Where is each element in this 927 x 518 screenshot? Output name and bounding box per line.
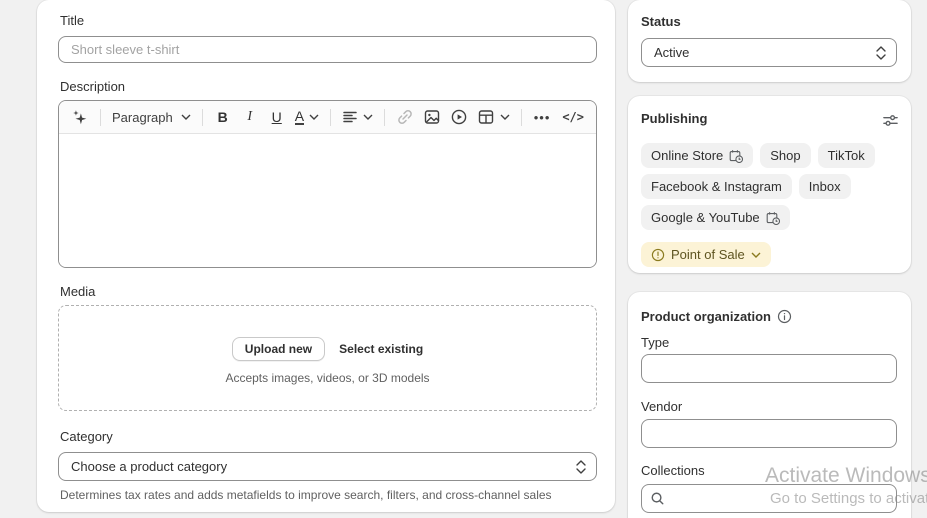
chevron-down-icon <box>751 252 761 258</box>
insert-image-button[interactable] <box>423 106 441 128</box>
code-icon: </> <box>562 110 584 124</box>
up-down-chevrons-icon <box>876 45 886 60</box>
channel-chip-label: Shop <box>770 148 801 163</box>
more-dots-icon: ••• <box>533 109 551 125</box>
channel-chip-shop[interactable]: Shop <box>760 143 811 168</box>
description-label: Description <box>60 79 126 94</box>
paragraph-style-dropdown[interactable]: Paragraph <box>112 106 191 128</box>
product-organization-card: Product organization Type Vendor Collect… <box>628 292 911 518</box>
title-label: Title <box>60 13 85 28</box>
link-icon <box>396 108 414 126</box>
alignment-dropdown[interactable] <box>342 106 373 128</box>
channel-chip-inbox[interactable]: Inbox <box>798 174 851 199</box>
channel-chip-label: Google & YouTube <box>651 210 760 225</box>
channel-chip-label: Online Store <box>651 148 724 163</box>
paragraph-style-label: Paragraph <box>112 109 173 125</box>
italic-icon: I <box>247 109 253 124</box>
category-select-value: Choose a product category <box>71 459 228 474</box>
chevron-down-icon <box>500 114 510 120</box>
warning-chip-label: Point of Sale <box>671 247 745 262</box>
media-dropzone[interactable]: Upload new Select existing Accepts image… <box>58 305 597 411</box>
up-down-chevrons-icon <box>576 459 586 474</box>
underline-button[interactable]: U <box>268 106 286 128</box>
channel-chip-google-youtube[interactable]: Google & YouTube <box>641 205 790 230</box>
type-label: Type <box>641 335 670 350</box>
bold-icon: B <box>217 109 228 125</box>
page-background: Title Description Paragraph <box>0 0 927 518</box>
toolbar-divider <box>330 108 332 126</box>
publishing-card: Publishing Online Store Shop TikTok Face… <box>628 96 911 273</box>
select-existing-button[interactable]: Select existing <box>339 342 423 356</box>
chevron-down-icon <box>363 114 373 120</box>
toolbar-divider <box>100 108 101 126</box>
channel-chip-facebook-instagram[interactable]: Facebook & Instagram <box>641 174 792 199</box>
publishing-channels: Online Store Shop TikTok Facebook & Inst… <box>641 143 898 267</box>
link-button[interactable] <box>396 106 414 128</box>
title-input[interactable] <box>58 36 597 63</box>
text-color-dropdown[interactable]: A <box>294 106 319 128</box>
chevron-down-icon <box>309 114 319 120</box>
product-details-card: Title Description Paragraph <box>37 0 615 512</box>
collections-search-field[interactable] <box>641 484 897 513</box>
chevron-down-icon <box>181 114 191 120</box>
alert-circle-icon <box>651 248 665 262</box>
channel-chip-online-store[interactable]: Online Store <box>641 143 754 168</box>
toolbar-divider <box>521 108 523 126</box>
toolbar-divider <box>201 108 203 126</box>
channel-chip-label: Facebook & Instagram <box>651 179 782 194</box>
align-left-icon <box>342 109 358 125</box>
ai-magic-button[interactable] <box>71 106 89 128</box>
collections-label: Collections <box>641 463 705 478</box>
video-play-icon <box>450 108 468 126</box>
calendar-clock-icon <box>766 211 780 225</box>
bold-button[interactable]: B <box>214 106 232 128</box>
status-header: Status <box>641 14 681 29</box>
type-input[interactable] <box>641 354 897 383</box>
media-hint: Accepts images, videos, or 3D models <box>225 371 430 385</box>
vendor-input[interactable] <box>641 419 897 448</box>
status-select-value: Active <box>654 45 690 60</box>
vendor-label: Vendor <box>641 399 683 414</box>
show-html-button[interactable]: </> <box>562 106 584 128</box>
channel-chip-label: TikTok <box>827 148 865 163</box>
manage-publishing-button[interactable] <box>881 109 899 131</box>
insert-video-button[interactable] <box>450 106 468 128</box>
italic-button[interactable]: I <box>241 106 259 128</box>
table-icon <box>477 108 495 126</box>
category-hint: Determines tax rates and adds metafields… <box>60 488 552 502</box>
image-icon <box>423 108 441 126</box>
collections-search-input[interactable] <box>671 491 888 506</box>
more-options-button[interactable]: ••• <box>533 106 551 128</box>
media-label: Media <box>60 284 96 299</box>
search-icon <box>650 491 665 506</box>
description-textarea[interactable] <box>59 134 596 267</box>
channel-chip-tiktok[interactable]: TikTok <box>817 143 875 168</box>
channel-chip-label: Inbox <box>808 179 841 194</box>
sliders-icon <box>882 112 899 129</box>
toolbar-divider <box>384 108 386 126</box>
category-label: Category <box>60 429 113 444</box>
calendar-clock-icon <box>729 149 744 163</box>
status-card: Status Active <box>628 0 911 82</box>
text-color-icon: A <box>294 107 305 125</box>
underline-icon: U <box>271 109 282 125</box>
point-of-sale-warning-chip[interactable]: Point of Sale <box>641 242 771 267</box>
organization-header: Product organization <box>641 309 771 324</box>
editor-toolbar: Paragraph B I U A ••• </> <box>59 101 596 134</box>
upload-new-button[interactable]: Upload new <box>231 337 326 361</box>
publishing-header: Publishing <box>641 111 708 126</box>
sparkle-icon <box>71 108 89 126</box>
description-editor: Paragraph B I U A ••• </> <box>58 100 597 268</box>
status-select[interactable]: Active <box>641 38 897 67</box>
insert-table-dropdown[interactable] <box>477 106 510 128</box>
info-icon[interactable] <box>777 309 792 324</box>
category-select[interactable]: Choose a product category <box>58 452 597 481</box>
